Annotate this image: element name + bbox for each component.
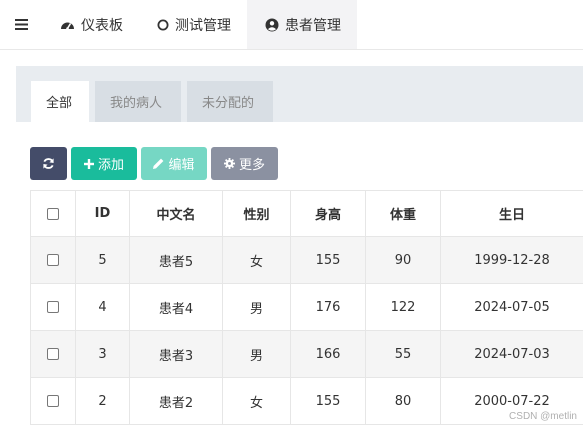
dashboard-icon xyxy=(60,19,75,31)
add-button-label: 添加 xyxy=(97,158,124,173)
nav-label-patient-management: 患者管理 xyxy=(285,17,341,34)
content-panel: 全部 我的病人 未分配的 添加 编辑 更多 ID 中文名 性别 身高 体重 生日… xyxy=(16,66,583,428)
row-checkbox[interactable] xyxy=(47,348,59,360)
column-header-name[interactable]: 中文名 xyxy=(129,190,223,237)
tab-bar: 全部 我的病人 未分配的 xyxy=(16,66,583,122)
cell-id: 5 xyxy=(75,236,130,284)
row-checkbox[interactable] xyxy=(47,254,59,266)
table-row[interactable]: 4 患者4 男 176 122 2024-07-05 xyxy=(30,283,583,331)
table-row[interactable]: 3 患者3 男 166 55 2024-07-03 xyxy=(30,330,583,378)
refresh-button[interactable] xyxy=(30,147,67,180)
row-select-cell xyxy=(30,236,76,284)
cell-name: 患者5 xyxy=(129,236,223,284)
column-header-birthday[interactable]: 生日 xyxy=(440,190,583,237)
hamburger-icon xyxy=(14,19,28,30)
cell-gender: 男 xyxy=(222,283,291,331)
tab-my-patients[interactable]: 我的病人 xyxy=(95,81,181,122)
cell-id: 4 xyxy=(75,283,130,331)
cell-birthday: 2024-07-05 xyxy=(440,283,583,331)
row-checkbox[interactable] xyxy=(47,301,59,313)
cell-id: 3 xyxy=(75,330,130,378)
plus-icon xyxy=(83,158,94,169)
column-header-id[interactable]: ID xyxy=(75,190,130,237)
cell-weight: 55 xyxy=(365,330,441,378)
cell-birthday: 1999-12-28 xyxy=(440,236,583,284)
cell-height: 166 xyxy=(290,330,366,378)
nav-item-patient-management[interactable]: 患者管理 xyxy=(247,0,357,49)
nav-label-test-management: 测试管理 xyxy=(175,17,231,34)
nav-item-test-management[interactable]: 测试管理 xyxy=(139,0,247,49)
table-row[interactable]: 5 患者5 女 155 90 1999-12-28 xyxy=(30,236,583,284)
column-header-height[interactable]: 身高 xyxy=(290,190,366,237)
more-button[interactable]: 更多 xyxy=(211,147,278,180)
tab-label: 全部 xyxy=(46,96,73,111)
tab-label: 未分配的 xyxy=(202,96,255,111)
cell-weight: 122 xyxy=(365,283,441,331)
tab-unassigned[interactable]: 未分配的 xyxy=(187,81,273,122)
watermark: CSDN @metlin xyxy=(509,411,577,422)
menu-toggle-button[interactable] xyxy=(0,0,42,49)
column-header-gender[interactable]: 性别 xyxy=(222,190,291,237)
row-select-cell xyxy=(30,283,76,331)
cell-gender: 女 xyxy=(222,236,291,284)
nav-label-dashboard: 仪表板 xyxy=(81,17,123,34)
cell-height: 176 xyxy=(290,283,366,331)
table-header-row: ID 中文名 性别 身高 体重 生日 xyxy=(30,190,583,237)
gear-icon xyxy=(223,158,235,169)
user-circle-icon xyxy=(265,18,279,32)
edit-button[interactable]: 编辑 xyxy=(141,147,207,180)
cell-weight: 80 xyxy=(365,377,441,425)
cell-id: 2 xyxy=(75,377,130,425)
cell-gender: 女 xyxy=(222,377,291,425)
pencil-icon xyxy=(153,158,164,169)
cell-gender: 男 xyxy=(222,330,291,378)
edit-button-label: 编辑 xyxy=(168,158,195,173)
more-button-label: 更多 xyxy=(238,158,265,173)
row-select-cell xyxy=(30,330,76,378)
toolbar: 添加 编辑 更多 xyxy=(30,147,278,180)
nav-item-dashboard[interactable]: 仪表板 xyxy=(42,0,139,49)
select-all-checkbox[interactable] xyxy=(47,207,59,220)
table-row[interactable]: 2 患者2 女 155 80 2000-07-22 xyxy=(30,377,583,425)
tab-label: 我的病人 xyxy=(110,96,163,111)
refresh-icon xyxy=(43,158,54,169)
row-select-cell xyxy=(30,377,76,425)
cell-height: 155 xyxy=(290,377,366,425)
row-checkbox[interactable] xyxy=(47,395,59,407)
top-navbar: 仪表板 测试管理 患者管理 xyxy=(0,0,583,50)
tab-content: 添加 编辑 更多 ID 中文名 性别 身高 体重 生日 5 患者5 女 155 … xyxy=(16,122,583,428)
column-header-weight[interactable]: 体重 xyxy=(365,190,441,237)
add-button[interactable]: 添加 xyxy=(71,147,137,180)
cell-name: 患者4 xyxy=(129,283,223,331)
cell-weight: 90 xyxy=(365,236,441,284)
patients-table: ID 中文名 性别 身高 体重 生日 5 患者5 女 155 90 1999-1… xyxy=(30,190,583,425)
cell-name: 患者3 xyxy=(129,330,223,378)
select-all-cell xyxy=(30,190,76,237)
cell-birthday: 2024-07-03 xyxy=(440,330,583,378)
tab-all[interactable]: 全部 xyxy=(31,81,89,122)
cell-name: 患者2 xyxy=(129,377,223,425)
circle-icon xyxy=(157,19,169,31)
cell-height: 155 xyxy=(290,236,366,284)
